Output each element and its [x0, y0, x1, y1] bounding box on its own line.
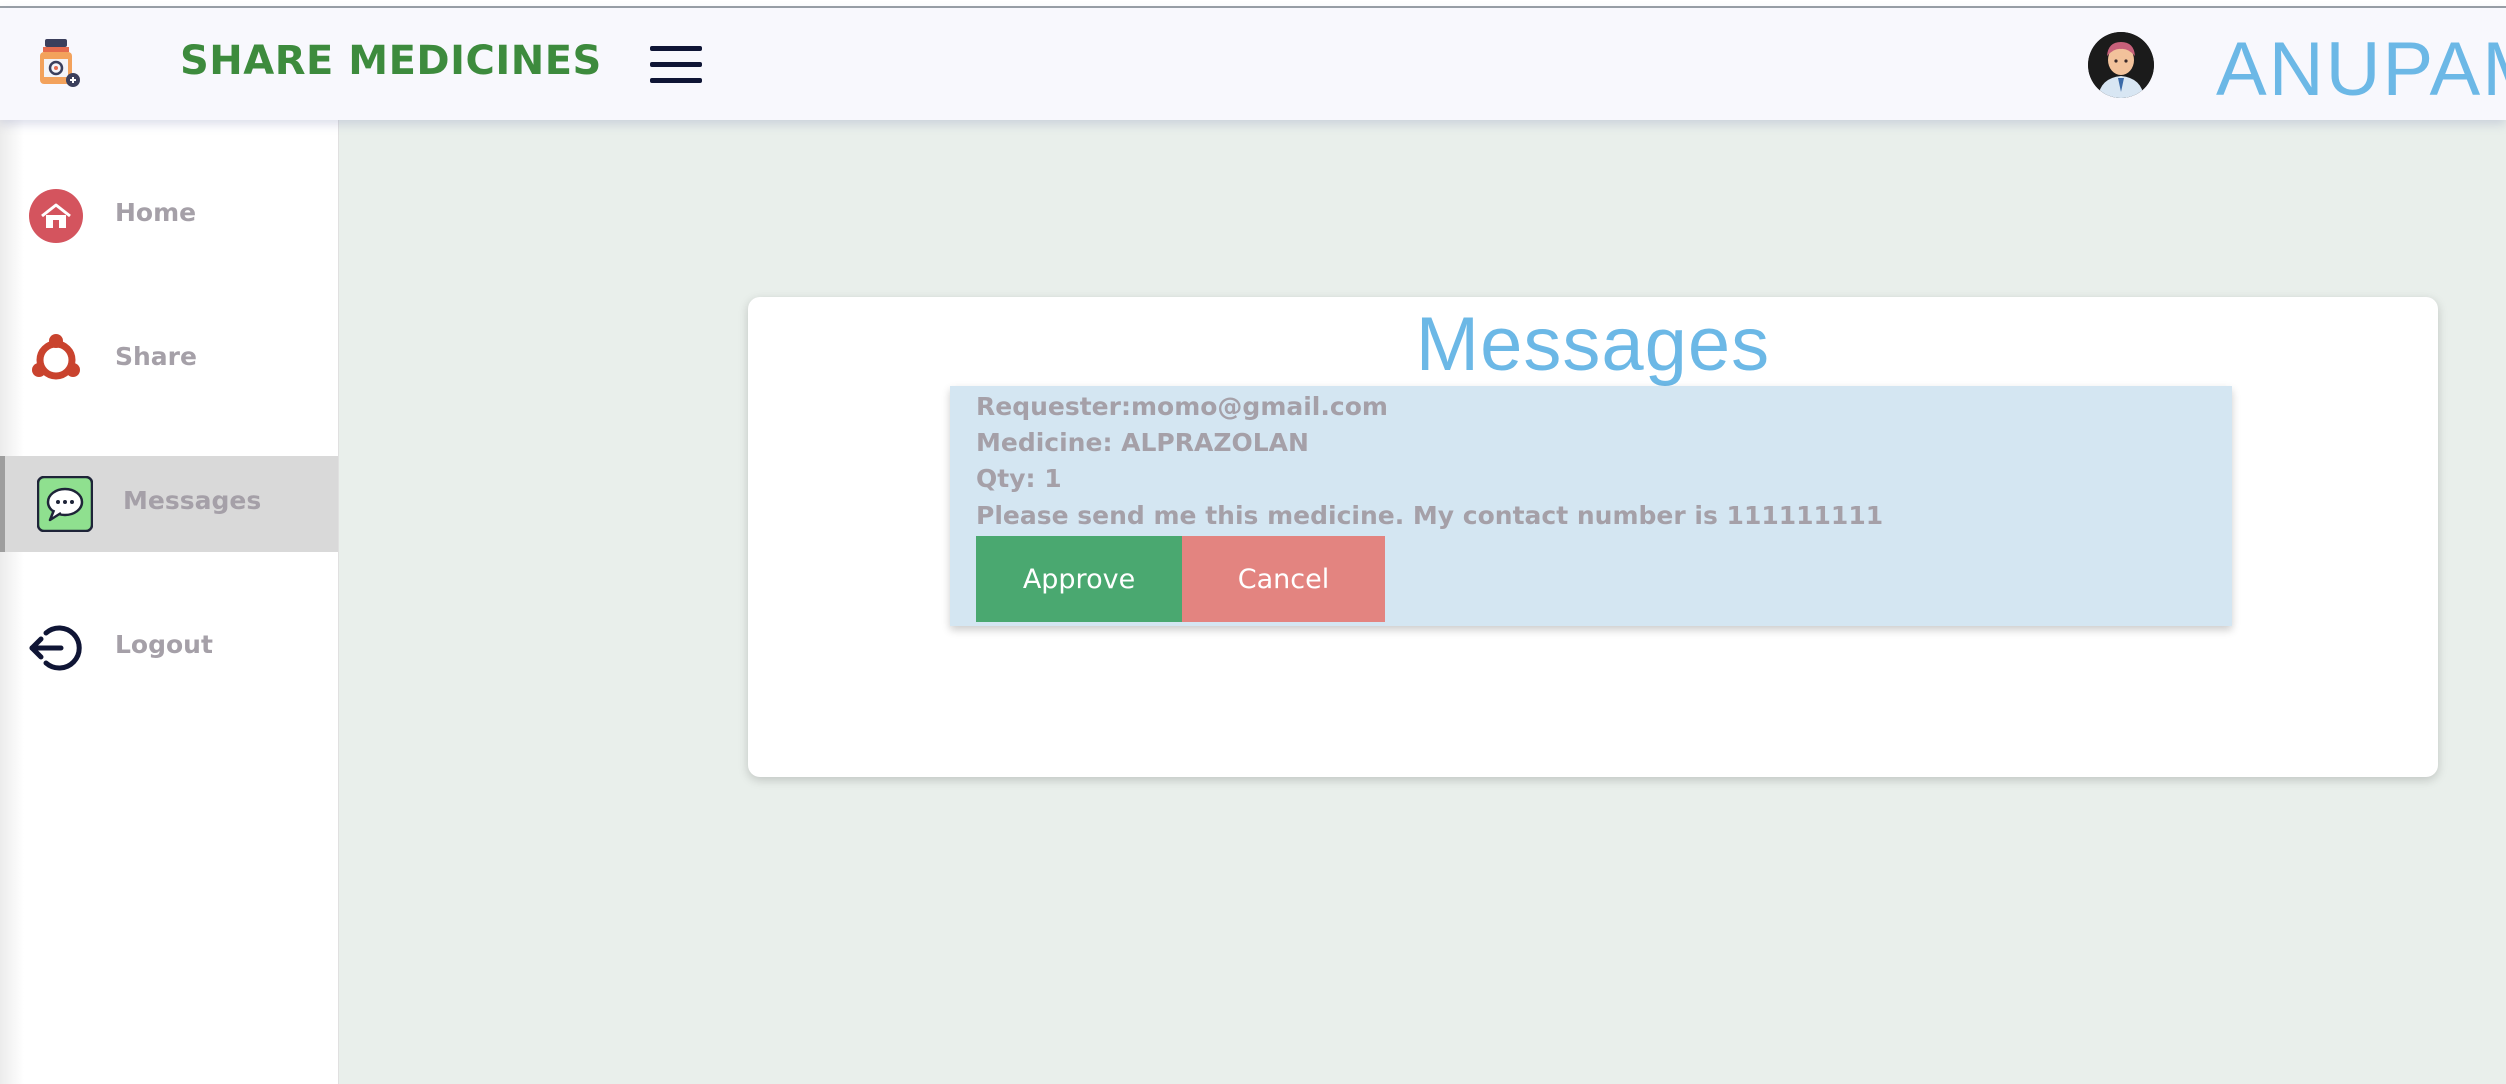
sidebar-item-label: Logout: [115, 630, 213, 659]
sidebar-item-label: Share: [115, 342, 197, 371]
message-qty: Qty: 1: [976, 464, 1062, 493]
user-avatar-icon[interactable]: [2088, 32, 2154, 98]
top-navbar: SHARE MEDICINES ANUPAM: [0, 8, 2506, 120]
logout-icon: [29, 625, 82, 671]
message-note: Please send me this medicine. My contact…: [976, 501, 1884, 530]
cancel-button[interactable]: Cancel: [1182, 536, 1385, 622]
message-item: Requester:momo@gmail.com Medicine: ALPRA…: [950, 386, 2232, 626]
sidebar: Home Share Messages Logout: [0, 120, 339, 1084]
page-title: Messages: [1415, 302, 1771, 387]
message-medicine: Medicine: ALPRAZOLAN: [976, 428, 1309, 457]
sidebar-item-label: Home: [115, 198, 197, 227]
browser-top-edge: [0, 0, 2506, 8]
brand-title[interactable]: SHARE MEDICINES: [180, 38, 602, 84]
sidebar-item-home[interactable]: Home: [0, 168, 338, 264]
chat-bubble-icon: [37, 476, 93, 532]
username-label: ANUPAM: [2216, 27, 2506, 112]
sidebar-item-logout[interactable]: Logout: [0, 600, 338, 696]
medicine-bottle-icon[interactable]: [36, 38, 80, 88]
share-icon: [32, 334, 80, 380]
messages-card: Messages Requester:momo@gmail.com Medici…: [748, 297, 2438, 777]
approve-button[interactable]: Approve: [976, 536, 1182, 622]
home-icon: [29, 189, 83, 243]
sidebar-item-share[interactable]: Share: [0, 312, 338, 408]
hamburger-menu-icon[interactable]: [650, 46, 702, 84]
message-requester: Requester:momo@gmail.com: [976, 392, 1388, 421]
sidebar-item-messages[interactable]: Messages: [0, 456, 338, 552]
sidebar-item-label: Messages: [123, 486, 262, 515]
